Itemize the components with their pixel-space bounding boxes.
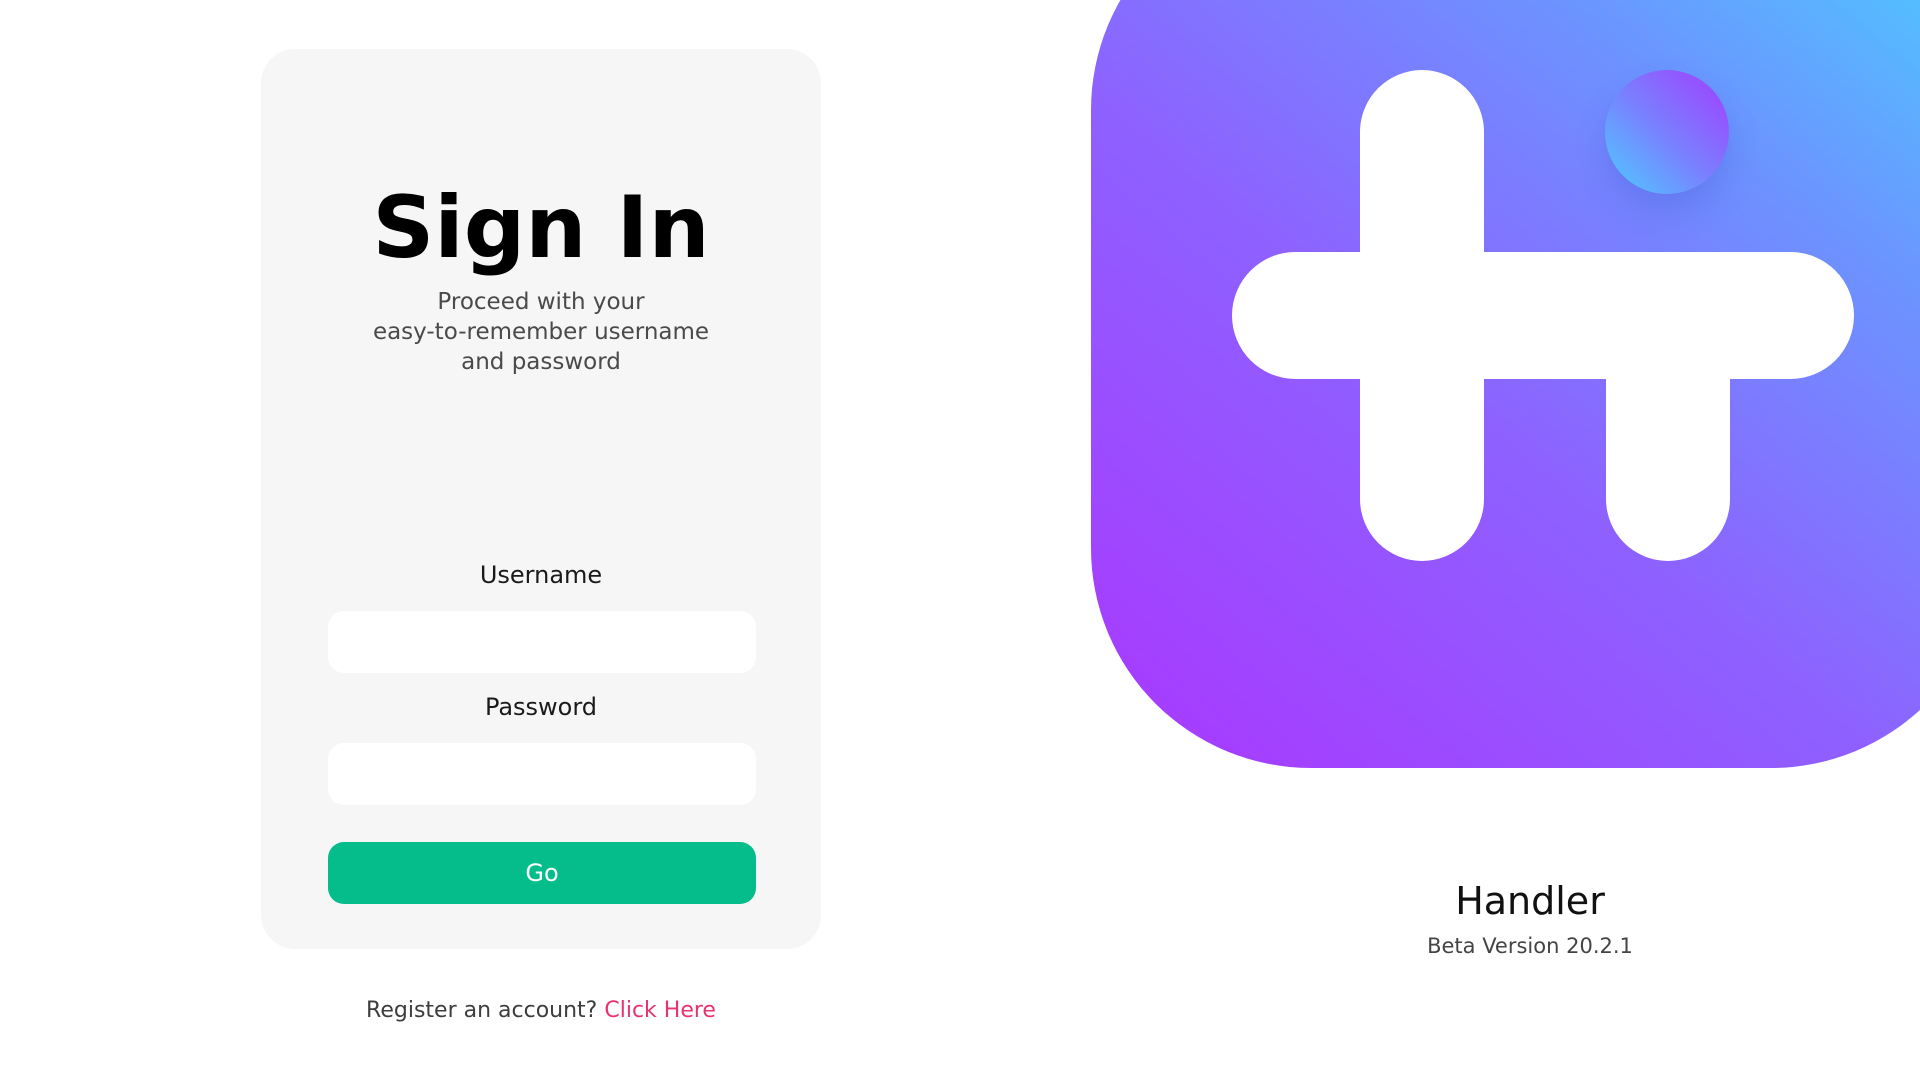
register-prompt-text: Register an account? [366,998,598,1023]
app-name: Handler [1455,879,1605,923]
page-title: Sign In [372,178,710,278]
register-link[interactable]: Click Here [604,998,716,1023]
password-label: Password [484,693,598,721]
subtitle-line: and password [461,349,621,375]
sign-in-subtitle: Proceed with your easy-to-remember usern… [291,287,791,377]
go-button[interactable]: Go [328,842,756,904]
page: Sign In Proceed with your easy-to-rememb… [0,0,1920,1080]
subtitle-line: easy-to-remember username [372,319,710,345]
register-prompt: Register an account? Click Here [261,996,821,1026]
username-field[interactable] [328,611,756,673]
logo-dot [1605,70,1729,194]
app-version: Beta Version 20.2.1 [1427,934,1633,958]
sign-in-card: Sign In Proceed with your easy-to-rememb… [261,49,821,949]
logo-bar-cross [1232,252,1854,379]
username-label: Username [479,561,603,589]
handler-logo-icon [1091,0,1920,768]
subtitle-line: Proceed with your [437,289,645,315]
password-field[interactable] [328,743,756,805]
